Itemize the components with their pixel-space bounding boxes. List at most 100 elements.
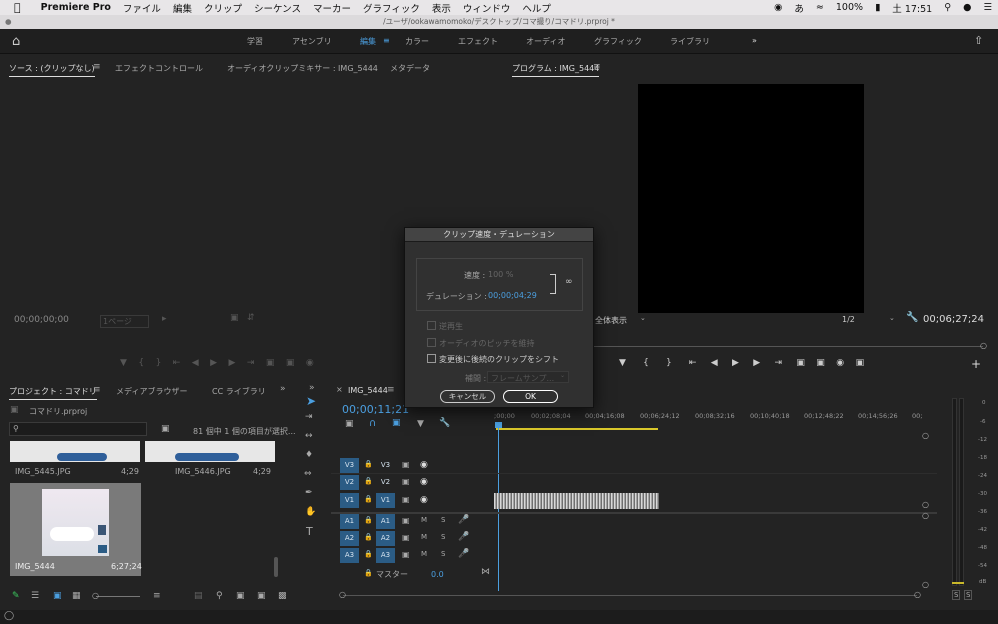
workspace-color[interactable]: カラー [405,36,429,47]
workspace-menu-icon[interactable]: ≡ [383,36,390,45]
menu-marker[interactable]: マーカー [313,1,351,15]
source-patch-v3[interactable]: V3 [340,458,359,473]
input-method-icon[interactable]: あ [794,1,804,15]
hscroll-handle-left[interactable]: ○ [339,591,346,599]
lock-icon[interactable]: 🔒 [364,496,373,503]
project-menu-icon[interactable]: ≡ [93,386,101,395]
workspace-learn[interactable]: 学習 [247,36,263,47]
duration-value[interactable]: 00;00;04;29 [488,291,537,300]
program-scrubber-handle[interactable]: ○ [980,342,987,350]
mic-icon[interactable]: 🎤 [458,550,469,559]
track-target-v2[interactable]: V2 [376,475,395,490]
lock-icon[interactable]: 🔒 [364,517,373,524]
speed-value[interactable]: 100 % [488,270,513,279]
panel-menu-icon[interactable]: » [309,384,315,393]
list-view-icon[interactable]: ☰ [31,592,39,601]
lift-icon[interactable]: ▣ [796,358,805,368]
wifi-icon[interactable]: ≈ [816,2,824,13]
sequence-tab[interactable]: IMG_5444 [348,386,388,395]
meter-solo-left[interactable]: S [952,590,961,600]
menu-sequence[interactable]: シーケンス [254,1,301,15]
project-scrollbar[interactable] [274,557,278,577]
snap-icon[interactable]: ∩ [369,419,376,429]
new-item-icon[interactable]: ▣ [257,592,266,601]
sync-lock-icon[interactable]: ▣ [402,551,410,559]
step-forward-icon[interactable]: ▶ [753,358,760,368]
mute-button[interactable]: M [421,551,427,558]
lock-icon[interactable]: 🔒 [364,461,373,468]
zoom-slider[interactable] [96,596,140,597]
sync-lock-icon[interactable]: ▣ [402,461,410,469]
menu-graphic[interactable]: グラフィック [363,1,420,15]
chain-link-icon[interactable]: ∞ [565,278,573,287]
mark-in-icon[interactable]: { [643,358,649,368]
type-tool-icon[interactable]: T [306,526,313,537]
work-area-bar[interactable] [496,428,658,430]
selection-tool-icon[interactable]: ➤ [306,395,316,407]
mark-in-icon[interactable]: { [138,358,144,368]
workspace-graphics[interactable]: グラフィック [594,36,642,47]
panels-more-icon[interactable]: » [280,385,286,394]
solo-button[interactable]: S [441,534,445,541]
close-sequence-icon[interactable]: × [336,386,343,394]
new-bin-icon[interactable]: ▣ [236,592,245,601]
thumb-img-5445[interactable] [10,441,140,462]
vscroll-handle-mid2[interactable]: ○ [922,512,929,520]
mic-icon[interactable]: 🎤 [458,516,469,525]
step-back-icon[interactable]: ◀ [711,358,718,368]
eye-icon[interactable]: ◉ [420,478,428,487]
source-timecode[interactable]: 00;00;00;00 [14,315,69,325]
comparison-view-icon[interactable]: ▣ [856,358,865,368]
freeform-view-icon[interactable]: ▦ [72,592,81,601]
lock-icon[interactable]: 🔒 [364,551,373,558]
reverse-checkbox[interactable] [427,321,436,330]
export-frame-icon[interactable]: ◉ [306,358,314,368]
ripple-edit-tool-icon[interactable]: ↔ [305,432,313,441]
maintain-pitch-checkbox[interactable] [427,338,436,347]
interpolation-select[interactable]: フレームサンプ... ⌄ [487,371,569,383]
creative-cloud-icon[interactable]: ◉ [774,2,782,13]
mute-button[interactable]: M [421,517,427,524]
tab-project[interactable]: プロジェクト : コマドリ [9,386,97,400]
workspace-audio[interactable]: オーディオ [526,36,565,47]
thumb-img-5446[interactable] [145,441,275,462]
track-target-a3[interactable]: A3 [376,548,395,563]
goto-out-icon[interactable]: ⇥ [247,358,255,368]
zoom-slider-handle[interactable]: ○ [92,592,99,600]
hand-tool-icon[interactable]: ✋ [305,508,316,517]
automate-icon[interactable]: ▤ [194,592,203,601]
tab-program[interactable]: プログラム : IMG_5444 [512,63,600,77]
siri-icon[interactable]: ● [963,2,971,13]
export-frame-icon[interactable]: ◉ [836,358,844,368]
find-icon[interactable]: ⚲ [216,592,223,601]
menu-view[interactable]: 表示 [432,1,451,15]
project-search-input[interactable]: ⚲ [9,422,147,436]
tab-metadata[interactable]: メタデータ [390,63,430,74]
insert-icon[interactable]: ▣ [266,358,275,368]
mark-out-icon[interactable]: } [666,358,672,368]
nest-icon[interactable]: ▣ [345,420,354,429]
sync-lock-icon[interactable]: ▣ [402,496,410,504]
add-marker-icon[interactable]: ▼ [417,420,424,429]
source-settings-icon[interactable]: ▣ [230,314,239,323]
panel-menu-icon[interactable]: ≡ [93,63,101,72]
linked-selection-icon[interactable]: ▣ [392,419,401,428]
vscroll-handle-top[interactable]: ○ [922,432,929,440]
window-close-icon[interactable]: ● [5,15,12,29]
solo-button[interactable]: S [441,517,445,524]
workspace-assembly[interactable]: アセンブリ [292,36,332,47]
add-marker-icon[interactable]: ▼ [120,358,127,368]
sync-lock-icon[interactable]: ▣ [402,534,410,542]
master-volume[interactable]: 0.0 [431,570,444,579]
menu-help[interactable]: ヘルプ [522,1,551,15]
home-icon[interactable]: ⌂ [12,35,20,48]
track-target-v3[interactable]: V3 [376,458,395,473]
source-export-icon[interactable]: ⇵ [247,314,255,323]
goto-in-icon[interactable]: ⇤ [173,358,181,368]
wrench-icon[interactable]: 🔧 [906,313,918,323]
mute-button[interactable]: M [421,534,427,541]
add-marker-icon[interactable]: ▼ [619,358,626,368]
play-icon[interactable]: ▶ [732,358,739,368]
v1-clips[interactable] [494,493,659,509]
pencil-icon[interactable]: ✎ [12,592,20,601]
